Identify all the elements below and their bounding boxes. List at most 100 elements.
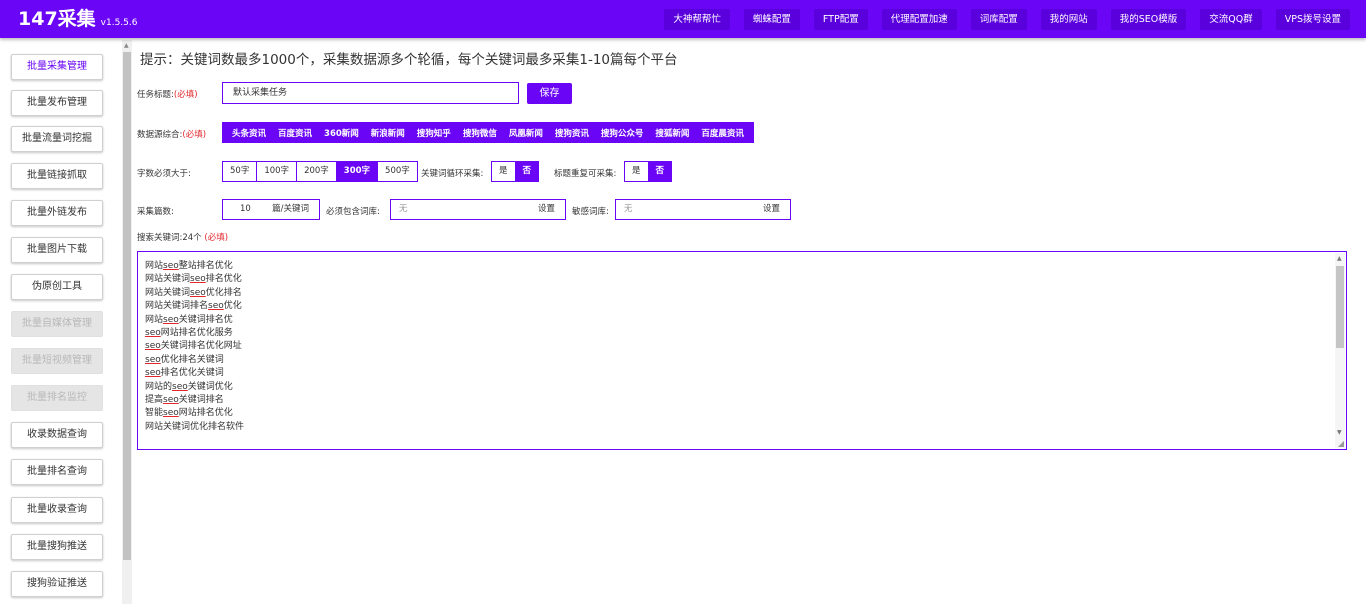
nav-vps-dial-button[interactable]: VPS拨号设置 [1275,9,1350,30]
task-title-input[interactable]: 默认采集任务 [222,82,519,104]
min-words-selector: 50字 100字 200字 300字 500字 [222,161,418,182]
source-option[interactable]: 新浪新闻 [365,127,411,139]
keyword-line: seo排名优化关键词 [145,368,224,379]
sidebar-item-index-query[interactable]: 收录数据查询 [11,422,103,448]
save-button[interactable]: 保存 [527,83,572,104]
keywords-textarea[interactable]: 网站seo整站排名优化 网站关键词seo排名优化 网站关键词seo优化排名 网站关键词… [137,251,1347,450]
scroll-up-icon[interactable]: ▲ [1337,255,1342,262]
sidebar-item-backlink-publish[interactable]: 批量外链发布 [11,200,103,226]
page-scrollbar[interactable]: ▲ [122,40,132,604]
nav-wordbank-config-button[interactable]: 词库配置 [970,9,1027,30]
top-nav: 大神帮帮忙 蜘蛛配置 FTP配置 代理配置加速 词库配置 我的网站 我的SEO模… [664,9,1350,30]
keyword-line: seo网站排名优化服务 [145,328,233,339]
task-title-label: 任务标题:(必填) [137,90,198,100]
source-option[interactable]: 搜狗微信 [457,127,503,139]
required-mark: (必填) [173,90,198,100]
sidebar-item-video-manage: 批量短视频管理 [11,348,103,374]
hint-text: 提示：关键词数最多1000个，采集数据源多个轮循，每个关键词最多采集1-10篇每… [140,52,678,68]
sidebar-item-image-download[interactable]: 批量图片下载 [11,237,103,263]
must-include-value: 无 [399,204,408,214]
keyword-loop-no[interactable]: 否 [515,162,539,181]
keyword-loop-yes[interactable]: 是 [492,162,516,181]
collect-count-unit: 篇/关键词 [272,204,309,214]
keyword-line: 网站关键词排名seo优化 [145,301,242,312]
nav-proxy-config-button[interactable]: 代理配置加速 [881,9,957,30]
page-scrollbar-thumb[interactable] [123,52,131,560]
min-words-option-selected[interactable]: 300字 [336,162,379,181]
sensitive-words-set-button[interactable]: 设置 [763,200,780,219]
source-option[interactable]: 百度晨资讯 [695,127,750,139]
required-mark: (必填) [182,130,207,140]
sidebar-item-sogou-verify-push[interactable]: 搜狗验证推送 [11,571,103,597]
source-options: 头条资讯 百度资讯 360新闻 新浪新闻 搜狗知乎 搜狗微信 凤凰新闻 搜狗资讯… [222,122,754,143]
sidebar-item-rank-query[interactable]: 批量排名查询 [11,459,103,485]
keyword-list: 网站seo整站排名优化 网站关键词seo排名优化 网站关键词seo优化排名 网站关键词… [145,260,244,434]
must-include-field: 无 设置 [390,199,566,220]
keyword-loop-label: 关键词循环采集: [421,169,484,179]
collect-count-value[interactable]: 10 [240,200,251,219]
source-option[interactable]: 360新闻 [318,127,365,139]
source-option[interactable]: 搜狐新闻 [649,127,695,139]
resize-handle-icon[interactable]: ◢ [1338,439,1344,448]
sensitive-words-value: 无 [624,204,633,214]
keyword-line: 提高seo关键词排名 [145,395,224,406]
min-words-option[interactable]: 200字 [297,162,337,181]
sidebar-item-sogou-push[interactable]: 批量搜狗推送 [11,534,103,560]
keyword-line: 网站关键词seo优化排名 [145,287,242,298]
keyword-line: 网站seo整站排名优化 [145,261,233,271]
sensitive-words-field: 无 设置 [615,199,791,220]
collect-count-field[interactable]: 10 篇/关键词 [222,199,320,220]
keyword-line: seo优化排名关键词 [145,354,224,365]
keyword-line: 网站seo关键词排名优 [145,314,233,325]
required-mark: (必填) [204,233,229,243]
app-title: 147采集 [18,8,96,30]
keywords-label: 搜索关键词:24个 (必填) [137,233,229,243]
app-version: v1.5.5.6 [100,18,138,28]
sidebar-item-batch-collect[interactable]: 批量采集管理 [11,54,103,80]
min-words-label: 字数必须大于: [137,169,191,179]
source-option[interactable]: 凤凰新闻 [503,127,549,139]
sidebar: 批量采集管理 批量发布管理 批量流量词挖掘 批量链接抓取 批量外链发布 批量图片… [0,38,120,604]
nav-spider-config-button[interactable]: 蜘蛛配置 [743,9,800,30]
sidebar-item-pseudo-original[interactable]: 伪原创工具 [11,274,103,300]
app-brand: 147采集 v1.5.5.6 [18,8,138,34]
keyword-line: 网站的seo关键词优化 [145,381,233,392]
source-option[interactable]: 头条资讯 [226,127,272,139]
scroll-up-icon[interactable]: ▲ [124,42,129,49]
source-option[interactable]: 搜狗资讯 [549,127,595,139]
keywords-scrollbar-thumb[interactable] [1336,266,1344,348]
title-repeat-yes[interactable]: 是 [625,162,649,181]
sidebar-item-media-manage: 批量自媒体管理 [11,311,103,337]
sensitive-words-label: 敏感词库: [572,207,609,217]
nav-ftp-config-button[interactable]: FTP配置 [813,9,868,30]
must-include-label: 必须包含词库: [326,207,380,217]
top-header: 147采集 v1.5.5.6 大神帮帮忙 蜘蛛配置 FTP配置 代理配置加速 词库… [0,0,1366,38]
title-repeat-no[interactable]: 否 [648,162,672,181]
keyword-line: 网站关键词优化排名软件 [145,421,245,432]
sidebar-item-traffic-words[interactable]: 批量流量词挖掘 [11,126,103,152]
title-repeat-toggle: 是 否 [624,161,673,182]
keyword-line: 智能seo网站排名优化 [145,408,233,419]
sidebar-item-rank-monitor: 批量排名监控 [11,385,103,411]
sidebar-item-batch-publish[interactable]: 批量发布管理 [11,90,103,116]
min-words-option[interactable]: 50字 [223,162,258,181]
min-words-option[interactable]: 500字 [378,162,417,181]
must-include-set-button[interactable]: 设置 [538,200,555,219]
keyword-line: seo关键词排名优化网址 [145,341,242,352]
sidebar-item-batch-index-query[interactable]: 批量收录查询 [11,497,103,523]
source-option[interactable]: 搜狗知乎 [411,127,457,139]
keyword-line: 网站关键词seo排名优化 [145,274,242,285]
nav-my-sites-button[interactable]: 我的网站 [1040,9,1097,30]
scroll-down-icon[interactable]: ▼ [1337,429,1342,436]
keyword-loop-toggle: 是 否 [491,161,540,182]
nav-seo-templates-button[interactable]: 我的SEO模版 [1110,9,1187,30]
min-words-option[interactable]: 100字 [257,162,298,181]
title-repeat-label: 标题重复可采集: [554,169,617,179]
nav-qq-group-button[interactable]: 交流QQ群 [1200,9,1262,30]
nav-help-button[interactable]: 大神帮帮忙 [664,9,730,30]
sources-label: 数据源综合:(必填) [137,130,207,140]
source-option[interactable]: 百度资讯 [272,127,318,139]
keywords-scrollbar[interactable]: ▲ ▼ [1335,253,1345,448]
source-option[interactable]: 搜狗公众号 [595,127,650,139]
sidebar-item-link-crawl[interactable]: 批量链接抓取 [11,163,103,189]
